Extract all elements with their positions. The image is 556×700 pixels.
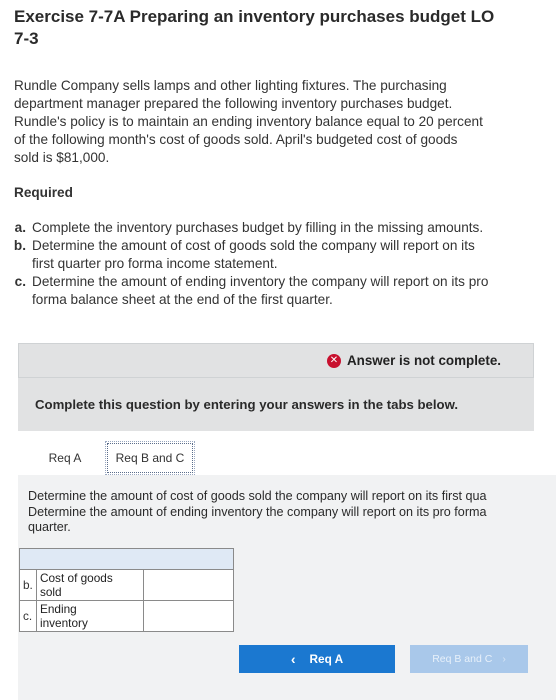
intro-line: sold is $81,000.	[14, 150, 110, 165]
prev-button-label: Req A	[309, 652, 344, 666]
table-row: c. Ending inventory	[19, 600, 235, 632]
ending-inventory-input[interactable]	[143, 601, 233, 631]
next-button-label: Req B and C	[432, 653, 493, 665]
answer-status-text: Answer is not complete.	[346, 353, 501, 368]
panel-instruction-line: Determine the amount of ending inventory…	[28, 504, 487, 519]
intro-line: department manager prepared the followin…	[14, 96, 453, 111]
requirement-text: Determine the amount of cost of goods so…	[32, 238, 475, 253]
next-req-b-and-c-button[interactable]: Req B and C ›	[410, 645, 528, 673]
ending-inventory-cell	[142, 600, 235, 632]
panel-instruction-line: Determine the amount of cost of goods so…	[28, 489, 487, 503]
title-line-1: Exercise 7-7A Preparing an inventory pur…	[14, 7, 495, 26]
requirement-c: c. Determine the amount of ending invent…	[10, 273, 540, 309]
row-label-line: inventory	[39, 616, 88, 630]
requirement-letter: a.	[14, 220, 26, 235]
requirements-list: a. Complete the inventory purchases budg…	[10, 219, 540, 309]
chevron-left-icon: ‹	[290, 651, 296, 667]
requirement-text: Determine the amount of ending inventory…	[32, 274, 489, 289]
table-header-row	[19, 548, 234, 570]
requirement-a: a. Complete the inventory purchases budg…	[10, 219, 540, 237]
title-line-2: 7-3	[14, 29, 39, 48]
tab-req-a[interactable]: Req A	[30, 443, 100, 473]
x-circle-icon: ✕	[326, 353, 341, 368]
requirement-letter: c.	[14, 274, 26, 289]
answer-status-bar: ✕ Answer is not complete.	[18, 343, 534, 378]
requirement-text: first quarter pro forma income statement…	[32, 256, 278, 271]
tab-req-b-and-c[interactable]: Req B and C	[105, 441, 195, 475]
intro-line: Rundle's policy is to maintain an ending…	[14, 114, 483, 129]
row-letter: c.	[19, 600, 37, 632]
cost-of-goods-sold-input[interactable]	[143, 570, 233, 600]
row-label-line: Ending	[39, 602, 77, 616]
row-label: Ending inventory	[35, 600, 144, 632]
requirement-b: b. Determine the amount of cost of goods…	[10, 237, 540, 273]
intro-line: of the following month's cost of goods s…	[14, 132, 458, 147]
table-row: b. Cost of goods sold	[19, 569, 235, 601]
panel-instructions: Determine the amount of cost of goods so…	[28, 489, 556, 536]
chevron-right-icon: ›	[502, 653, 506, 665]
answer-table: b. Cost of goods sold c. Ending inventor…	[19, 548, 235, 632]
row-label-line: sold	[39, 585, 62, 599]
requirement-text: Complete the inventory purchases budget …	[32, 220, 484, 235]
instructions-box: Complete this question by entering your …	[18, 378, 534, 431]
required-heading: Required	[14, 185, 73, 200]
prev-req-a-button[interactable]: ‹ Req A	[239, 645, 395, 673]
panel-instruction-line: quarter.	[28, 520, 71, 534]
requirement-text: forma balance sheet at the end of the fi…	[32, 292, 333, 307]
exercise-intro: Rundle Company sells lamps and other lig…	[14, 77, 536, 167]
requirement-letter: b.	[13, 238, 26, 253]
table-header	[19, 548, 234, 570]
row-label-line: Cost of goods	[39, 571, 113, 585]
cost-of-goods-sold-cell	[142, 569, 235, 601]
intro-line: Rundle Company sells lamps and other lig…	[14, 78, 447, 93]
exercise-title: Exercise 7-7A Preparing an inventory pur…	[14, 6, 544, 50]
instructions-text: Complete this question by entering your …	[35, 397, 459, 412]
row-letter: b.	[19, 569, 37, 601]
row-label: Cost of goods sold	[35, 569, 144, 601]
